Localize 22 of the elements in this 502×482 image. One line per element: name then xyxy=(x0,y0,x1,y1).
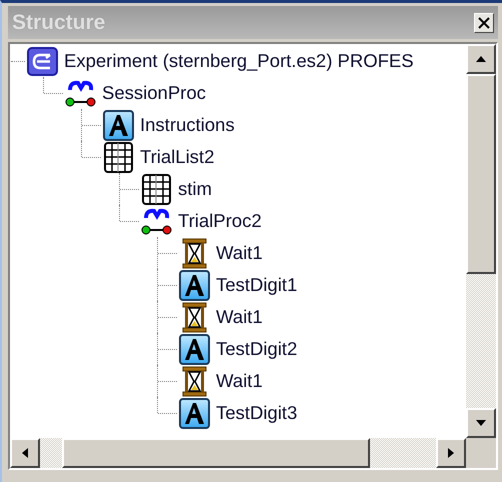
letter-a-icon xyxy=(178,334,211,364)
horizontal-scrollbar[interactable] xyxy=(10,438,466,468)
grid-icon xyxy=(102,142,135,172)
grid-icon xyxy=(140,174,173,204)
scroll-thumb[interactable] xyxy=(466,74,496,274)
scroll-thumb[interactable] xyxy=(62,438,370,468)
letter-a-icon xyxy=(178,270,211,300)
panel-title: Structure xyxy=(12,10,106,34)
vertical-scrollbar[interactable] xyxy=(466,44,496,438)
close-button[interactable] xyxy=(474,12,494,32)
left-arrow-icon xyxy=(21,447,29,459)
scroll-right-button[interactable] xyxy=(436,438,466,468)
letter-a-icon xyxy=(102,110,135,140)
scroll-left-button[interactable] xyxy=(10,438,40,468)
scroll-down-button[interactable] xyxy=(466,408,496,438)
letter-a-icon xyxy=(178,398,211,428)
up-arrow-icon xyxy=(475,55,487,63)
down-arrow-icon xyxy=(475,419,487,427)
close-icon xyxy=(478,16,490,28)
scroll-up-button[interactable] xyxy=(466,44,496,74)
right-arrow-icon xyxy=(447,447,455,459)
scrollbar-corner xyxy=(466,438,496,468)
